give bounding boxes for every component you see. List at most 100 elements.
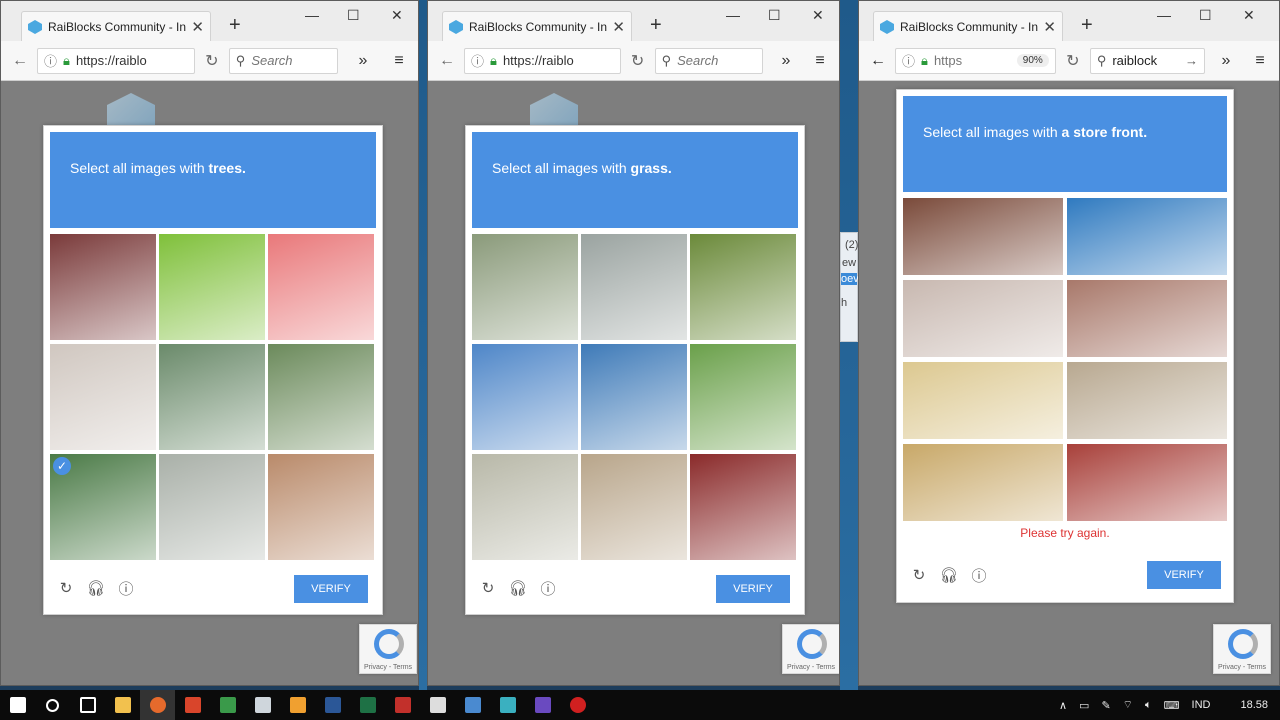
captcha-image-tile[interactable] xyxy=(690,344,796,450)
visual-studio-icon[interactable] xyxy=(525,690,560,720)
audio-challenge-icon[interactable]: 🎧︎ xyxy=(508,580,527,597)
calculator-icon[interactable] xyxy=(245,690,280,720)
captcha-image-tile[interactable] xyxy=(581,454,687,560)
info-icon[interactable]: ⓘ xyxy=(44,51,57,70)
verify-button[interactable]: VERIFY xyxy=(1147,561,1221,589)
new-tab-icon[interactable]: + xyxy=(650,15,662,35)
app-green-icon[interactable] xyxy=(210,690,245,720)
tab-close-icon[interactable]: ✕ xyxy=(1043,18,1056,36)
close-window-icon[interactable]: ✕ xyxy=(391,7,403,24)
app-arrow-icon[interactable] xyxy=(420,690,455,720)
language-indicator[interactable]: IND xyxy=(1192,699,1211,711)
overflow-chevron-icon[interactable]: » xyxy=(1215,50,1237,72)
browser-tab[interactable]: RaiBlocks Community - In... ✕ xyxy=(442,11,632,41)
info-icon[interactable]: ⓘ xyxy=(971,567,987,585)
overflow-chevron-icon[interactable]: » xyxy=(352,50,374,72)
search-bar[interactable]: ⚲ xyxy=(654,47,763,74)
captcha-image-tile[interactable] xyxy=(472,344,578,450)
back-arrow-icon[interactable]: ← xyxy=(436,50,458,72)
search-icon[interactable] xyxy=(35,690,70,720)
reload-icon[interactable]: ↻ xyxy=(201,50,223,72)
captcha-image-tile[interactable] xyxy=(581,344,687,450)
tab-close-icon[interactable]: ✕ xyxy=(612,18,625,36)
wifi-icon[interactable]: ⌔ xyxy=(1123,698,1133,712)
minimize-icon[interactable]: — xyxy=(305,7,319,23)
captcha-image-tile[interactable] xyxy=(50,344,156,450)
audio-challenge-icon[interactable]: 🎧︎ xyxy=(86,580,105,597)
file-explorer-icon[interactable] xyxy=(105,690,140,720)
minimize-icon[interactable]: — xyxy=(726,7,740,23)
url-bar[interactable]: ⓘ 🔒︎ https://raiblo xyxy=(37,47,195,74)
app-record-icon[interactable] xyxy=(560,690,595,720)
recaptcha-badge[interactable]: Privacy - Terms xyxy=(359,624,417,674)
captcha-image-tile[interactable] xyxy=(159,454,265,560)
browser-tab[interactable]: RaiBlocks Community - In... ✕ xyxy=(21,11,211,41)
back-arrow-icon[interactable]: ← xyxy=(9,50,31,72)
captcha-image-tile[interactable] xyxy=(903,362,1063,439)
captcha-image-tile[interactable] xyxy=(268,344,374,450)
captcha-image-tile[interactable] xyxy=(1067,280,1227,357)
search-input[interactable] xyxy=(251,53,331,68)
app-blue-icon[interactable] xyxy=(455,690,490,720)
captcha-image-tile[interactable] xyxy=(903,444,1063,521)
url-bar[interactable]: ⓘ 🔒︎ https 90% xyxy=(895,47,1056,74)
menu-hamburger-icon[interactable]: ≡ xyxy=(388,50,410,72)
acrobat-icon[interactable] xyxy=(385,690,420,720)
pen-icon[interactable]: ✎ xyxy=(1101,699,1110,712)
captcha-image-tile[interactable]: ✓ xyxy=(50,454,156,560)
volume-icon[interactable]: 🔈︎ xyxy=(1145,699,1152,712)
overflow-chevron-icon[interactable]: » xyxy=(775,50,797,72)
new-tab-icon[interactable]: + xyxy=(229,15,241,35)
menu-hamburger-icon[interactable]: ≡ xyxy=(809,50,831,72)
reload-challenge-icon[interactable]: ↻ xyxy=(911,567,927,584)
captcha-image-tile[interactable] xyxy=(1067,444,1227,521)
captcha-image-tile[interactable] xyxy=(268,234,374,340)
info-icon[interactable]: ⓘ xyxy=(540,580,556,598)
clock[interactable]: 18.58 xyxy=(1240,699,1268,711)
captcha-image-tile[interactable] xyxy=(1067,198,1227,275)
search-input[interactable] xyxy=(677,53,756,68)
firefox-icon[interactable] xyxy=(140,690,175,720)
search-bar[interactable]: ⚲ raiblock → xyxy=(1089,47,1205,74)
tab-close-icon[interactable]: ✕ xyxy=(191,18,204,36)
recaptcha-badge[interactable]: Privacy - Terms xyxy=(782,624,839,674)
captcha-image-tile[interactable] xyxy=(159,234,265,340)
captcha-image-tile[interactable] xyxy=(159,344,265,450)
info-icon[interactable]: ⓘ xyxy=(471,51,484,70)
maximize-icon[interactable]: ☐ xyxy=(347,7,360,24)
chevron-up-icon[interactable]: ∧ xyxy=(1059,699,1067,712)
search-bar[interactable]: ⚲ xyxy=(228,47,338,74)
recaptcha-badge[interactable]: Privacy - Terms xyxy=(1213,624,1271,674)
captcha-image-tile[interactable] xyxy=(472,454,578,560)
browser-tab[interactable]: RaiBlocks Community - In... ✕ xyxy=(873,11,1063,41)
search-query[interactable]: raiblock xyxy=(1112,53,1157,68)
windows-start-icon[interactable] xyxy=(0,690,35,720)
info-icon[interactable]: ⓘ xyxy=(902,51,915,70)
maximize-icon[interactable]: ☐ xyxy=(768,7,781,24)
zoom-level[interactable]: 90% xyxy=(1016,54,1049,67)
go-arrow-icon[interactable]: → xyxy=(1185,53,1198,68)
close-window-icon[interactable]: ✕ xyxy=(812,7,824,24)
reload-challenge-icon[interactable]: ↻ xyxy=(58,580,74,597)
new-tab-icon[interactable]: + xyxy=(1081,15,1093,35)
reload-icon[interactable]: ↻ xyxy=(1062,50,1084,72)
captcha-image-tile[interactable] xyxy=(903,280,1063,357)
maximize-icon[interactable]: ☐ xyxy=(1199,7,1212,24)
verify-button[interactable]: VERIFY xyxy=(294,575,368,603)
app-teal-icon[interactable] xyxy=(490,690,525,720)
app-orange-icon[interactable] xyxy=(280,690,315,720)
captcha-image-tile[interactable] xyxy=(690,234,796,340)
captcha-image-tile[interactable] xyxy=(581,234,687,340)
reload-challenge-icon[interactable]: ↻ xyxy=(480,580,496,597)
app-red-icon[interactable] xyxy=(175,690,210,720)
menu-hamburger-icon[interactable]: ≡ xyxy=(1249,50,1271,72)
info-icon[interactable]: ⓘ xyxy=(118,580,134,598)
excel-icon[interactable] xyxy=(350,690,385,720)
task-view-icon[interactable] xyxy=(70,690,105,720)
battery-icon[interactable]: ▭ xyxy=(1079,699,1089,712)
keyboard-icon[interactable]: ⌨ xyxy=(1164,699,1180,712)
url-bar[interactable]: ⓘ 🔒︎ https://raiblo xyxy=(464,47,621,74)
captcha-image-tile[interactable] xyxy=(268,454,374,560)
captcha-image-tile[interactable] xyxy=(50,234,156,340)
captcha-image-tile[interactable] xyxy=(472,234,578,340)
